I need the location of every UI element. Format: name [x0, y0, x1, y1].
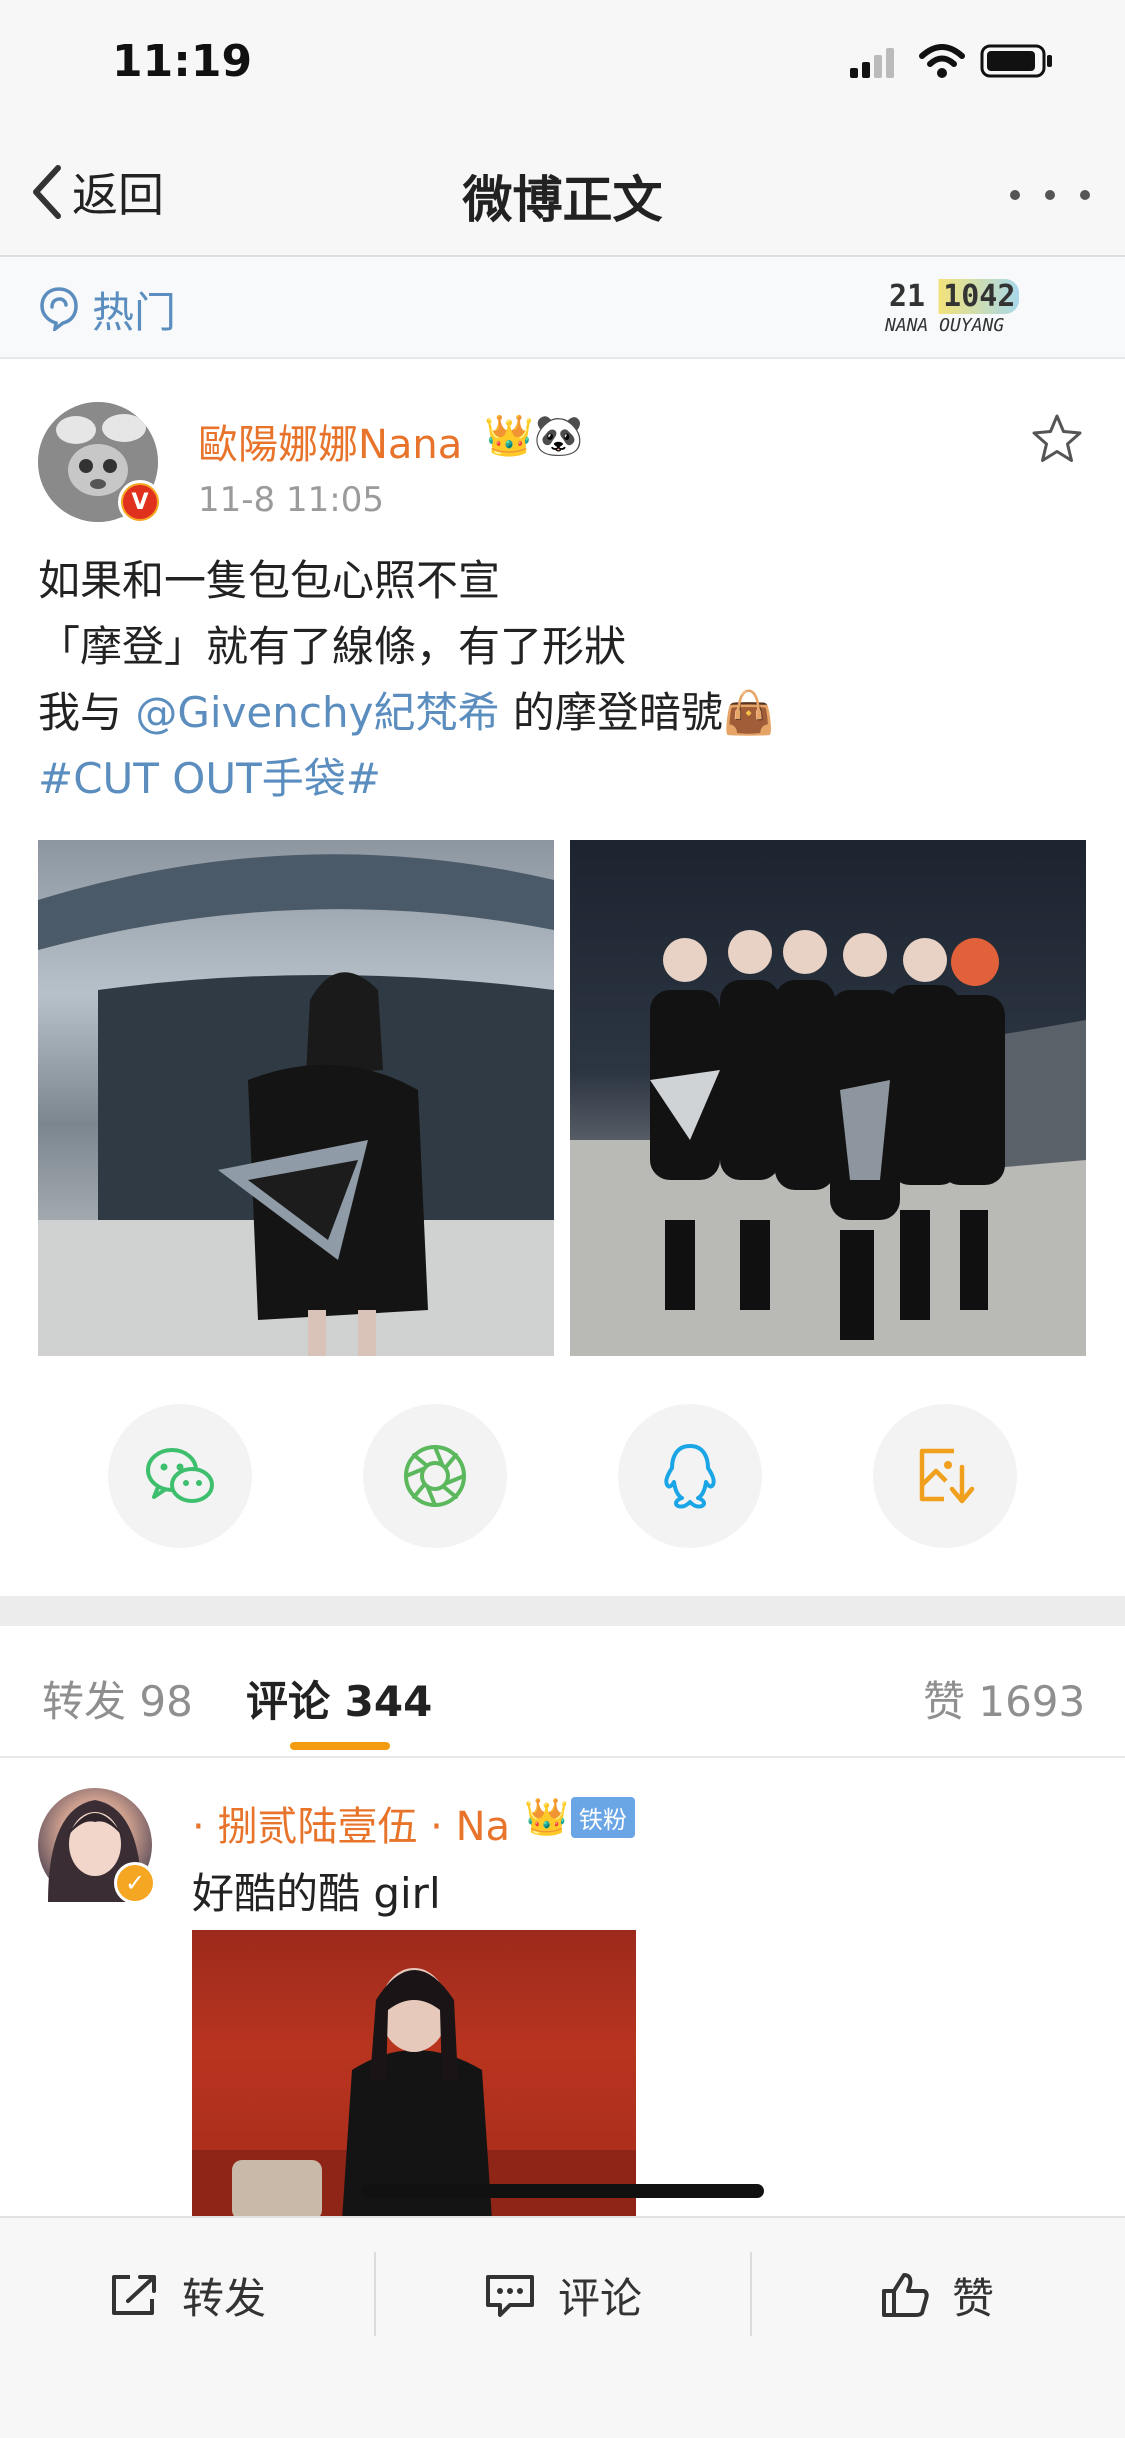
commenter-name[interactable]: · 捌贰陆壹伍 · Na: [192, 1794, 510, 1852]
verified-badge: V: [118, 480, 162, 524]
hot-label: 热门: [92, 288, 177, 337]
share-moments-button[interactable]: [363, 1404, 507, 1548]
fan-card-name: NANA OUYANG: [885, 315, 1005, 336]
hashtag-link[interactable]: #CUT OUT手袋#: [38, 746, 381, 812]
toolbar-separator: [750, 2252, 752, 2336]
photo-illustration: [192, 1968, 636, 2220]
save-image-button[interactable]: [873, 1404, 1017, 1548]
comment-button[interactable]: 评论: [484, 2260, 642, 2330]
commenter-verified-badge: ✓: [114, 1862, 156, 1904]
verified-v-icon: V: [123, 485, 157, 519]
section-divider: [0, 1596, 1125, 1626]
signal-icon: [850, 48, 894, 78]
comment-icon: [486, 2275, 534, 2317]
fan-badge-label: 铁粉: [570, 1796, 635, 1838]
crown-icon: 👑: [524, 1797, 569, 1838]
post-text-line: 如果和一隻包包心照不宣: [38, 556, 501, 605]
comment-image[interactable]: [192, 1930, 636, 2220]
post-image[interactable]: [38, 840, 554, 1356]
iron-fan-badge: 👑 铁粉: [524, 1796, 635, 1838]
author-name[interactable]: 歐陽娜娜Nana: [198, 412, 462, 470]
status-bar: 11:19: [0, 0, 1125, 130]
photo-illustration: [570, 930, 1086, 1356]
post-time: 11-8 11:05: [198, 480, 384, 520]
page-title: 微博正文: [462, 171, 663, 229]
moments-aperture-icon: [404, 1445, 466, 1507]
fan-card-number: 21 1042: [885, 279, 1020, 314]
share-qq-button[interactable]: [618, 1404, 762, 1548]
post-text-line: 我与 @Givenchy紀梵希 的摩登暗號👜: [38, 680, 775, 746]
chevron-left-icon: [33, 165, 61, 219]
post-image[interactable]: [570, 840, 1086, 1356]
wechat-icon: [146, 1448, 214, 1503]
nav-bar: 微博正文 返回: [0, 130, 1125, 257]
save-image-icon: [919, 1448, 975, 1504]
post-text-fragment: 我与: [38, 688, 136, 737]
bottom-action-bar: 转发 评论 赞: [0, 2216, 1125, 2438]
tab-comments[interactable]: 评论 344: [246, 1668, 432, 1729]
back-button[interactable]: 返回: [30, 160, 164, 224]
status-time: 11:19: [112, 36, 253, 87]
active-tab-indicator: [290, 1742, 390, 1750]
battery-icon: [980, 44, 1052, 78]
comment-text: 好酷的酷 girl: [192, 1869, 441, 1918]
share-wechat-button[interactable]: [108, 1404, 252, 1548]
fan-card-badge: 21 1042 NANA OUYANG: [885, 279, 1030, 341]
author-badge-icons: 👑🐼: [484, 413, 584, 459]
toolbar-separator: [374, 2252, 376, 2336]
tab-likes[interactable]: 赞 1693: [923, 1668, 1085, 1729]
post-text-fragment: 的摩登暗號👜: [499, 688, 776, 737]
qq-penguin-icon: [664, 1444, 716, 1509]
like-label: 赞: [952, 2273, 995, 2323]
more-dot-icon: [1045, 190, 1055, 200]
like-button[interactable]: 赞: [880, 2260, 994, 2330]
home-indicator: [362, 2184, 764, 2198]
more-dot-icon: [1080, 190, 1090, 200]
thumbs-up-icon: [882, 2273, 929, 2317]
interaction-tabs: 转发 98 评论 344 赞 1693: [0, 1626, 1125, 1758]
repost-icon: [112, 2275, 156, 2315]
back-label: 返回: [72, 168, 164, 222]
wifi-icon: [919, 44, 965, 78]
more-dot-icon: [1010, 190, 1020, 200]
photo-illustration: [38, 854, 554, 1356]
hot-topic-icon: [40, 287, 78, 331]
mention-link[interactable]: @Givenchy紀梵希: [135, 688, 499, 737]
repost-label: 转发: [182, 2273, 267, 2323]
repost-button[interactable]: 转发: [108, 2260, 266, 2330]
comment-label: 评论: [558, 2273, 643, 2323]
tab-reposts[interactable]: 转发 98: [42, 1668, 193, 1729]
more-button[interactable]: [1010, 180, 1090, 210]
favorite-star-icon[interactable]: [1030, 412, 1084, 466]
hot-bar[interactable]: 热门 21 1042 NANA OUYANG: [0, 257, 1125, 359]
post-text-line: 「摩登」就有了線條，有了形狀: [38, 622, 627, 671]
